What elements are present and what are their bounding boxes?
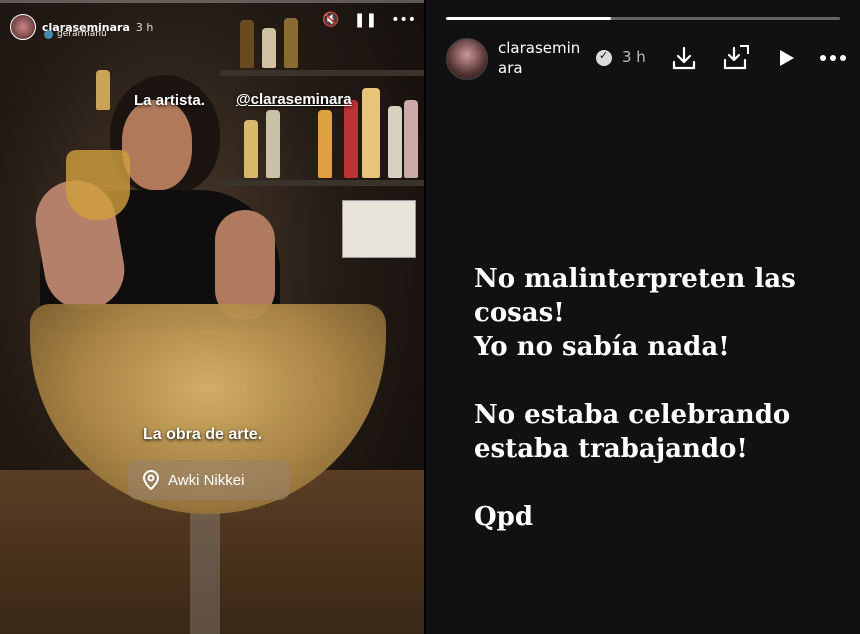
story-username[interactable]: claraseminara (498, 38, 588, 78)
location-name: Awki Nikkei (168, 471, 245, 489)
bottle (404, 100, 418, 178)
avatar[interactable] (10, 14, 36, 40)
bottle (262, 28, 276, 68)
drinking-glass (66, 150, 130, 220)
collab-avatar (44, 29, 53, 39)
location-sticker[interactable]: Awki Nikkei (128, 460, 290, 500)
bottle (284, 18, 298, 68)
glass-stem (190, 510, 220, 634)
story-progress-bar (446, 17, 840, 20)
collab-line: gerarmanu (44, 29, 107, 39)
message-line: No estaba celebrando estaba trabajando! (474, 400, 791, 464)
story-progress-fill (446, 17, 612, 20)
bottle (318, 110, 332, 178)
collab-username[interactable]: gerarmanu (57, 29, 107, 39)
person-face (122, 100, 192, 190)
story-time: 3 h (135, 20, 154, 34)
right-story-panel[interactable]: claraseminara 3 h No malinterpreten las … (426, 0, 860, 634)
verified-badge-icon (596, 49, 612, 66)
bottle (240, 20, 254, 68)
bottle (244, 120, 258, 178)
play-icon[interactable] (774, 44, 798, 72)
bottle (362, 88, 380, 178)
story-text-message: No malinterpreten las cosas! Yo no sabía… (474, 262, 854, 534)
mute-icon[interactable]: 🔇 (322, 12, 339, 28)
message-line: No malinterpreten las cosas! (474, 264, 796, 328)
mention-sticker[interactable]: @claraseminara (236, 91, 352, 108)
bottle (344, 100, 358, 178)
message-line: Yo no sabía nada! (474, 332, 730, 362)
bar-shelf (220, 180, 424, 186)
message-line: Qpd (474, 502, 534, 532)
more-icon[interactable]: ••• (391, 12, 416, 28)
left-story-panel[interactable]: claraseminara 3 h gerarmanu 🔇 ❚❚ ••• La … (0, 0, 424, 634)
tag-artwork: La obra de arte. (143, 426, 263, 443)
left-progress-bar (0, 0, 424, 3)
download-icon[interactable] (670, 44, 698, 72)
pause-icon[interactable]: ❚❚ (354, 12, 377, 28)
save-all-icon[interactable] (722, 44, 752, 72)
more-icon[interactable] (818, 44, 848, 72)
bottle (266, 110, 280, 178)
tag-artist: La artista. (134, 92, 205, 109)
bar-shelf (220, 70, 424, 76)
avatar[interactable] (446, 38, 488, 80)
bottle (96, 70, 110, 110)
story-time: 3 h (622, 48, 646, 66)
bottle (388, 106, 402, 178)
location-pin-icon (142, 470, 160, 490)
left-story-controls: 🔇 ❚❚ ••• (322, 12, 416, 28)
bar-sign (342, 200, 416, 258)
